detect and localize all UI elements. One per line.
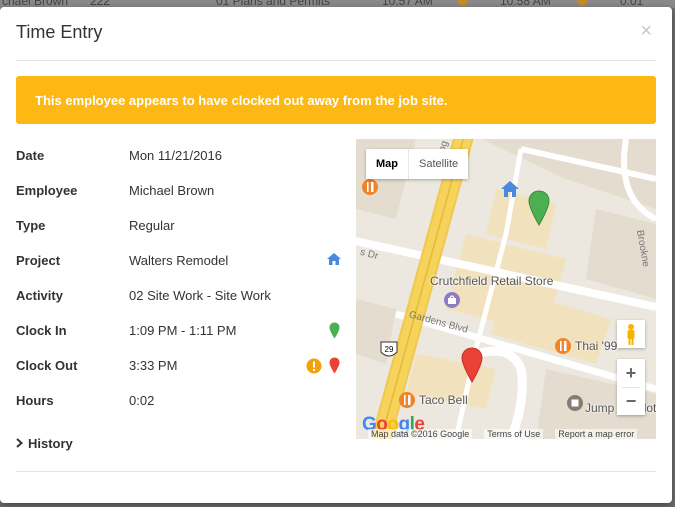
chevron-right-icon [16, 437, 24, 451]
type-value: Regular [129, 218, 175, 233]
report-map-error-link[interactable]: Report a map error [555, 429, 638, 439]
detail-row-date: Date Mon 11/21/2016 [16, 139, 348, 174]
hours-label: Hours [16, 393, 54, 408]
zoom-divider [622, 387, 640, 388]
zoom-in-button[interactable]: + [617, 359, 645, 387]
pegman-icon [627, 324, 635, 345]
clock-out-pin-icon[interactable] [461, 347, 483, 383]
time-entry-modal: Time Entry × This employee appears to ha… [0, 7, 672, 503]
footer-divider [16, 471, 656, 472]
hours-value: 0:02 [129, 393, 155, 408]
warning-icon[interactable] [306, 358, 322, 377]
route-29-shield: 29 [385, 345, 394, 354]
home-icon[interactable] [326, 252, 342, 269]
clock-out-label: Clock Out [16, 358, 78, 373]
history-toggle[interactable]: History [16, 436, 73, 451]
detail-row-hours: Hours 0:02 [16, 384, 348, 419]
zoom-control: + − [617, 359, 645, 415]
crutchfield-label: Crutchfield Retail Store [430, 274, 554, 288]
restaurant-poi-icon[interactable] [554, 337, 572, 355]
home-marker-icon[interactable] [500, 180, 520, 198]
green-map-pin-icon[interactable] [329, 322, 340, 342]
street-view-pegman-button[interactable] [617, 320, 645, 348]
restaurant-poi-icon[interactable] [361, 178, 379, 196]
map-data-credit: Map data ©2016 Google [368, 429, 473, 439]
clock-in-label: Clock In [16, 323, 67, 338]
detail-row-clock-out: Clock Out 3:33 PM [16, 349, 348, 384]
map-type-control: Map Satellite [366, 149, 469, 179]
date-value: Mon 11/21/2016 [129, 148, 222, 163]
location-map[interactable]: 29 Crutchfield Retail Store Thai '99 Tac… [356, 139, 656, 439]
modal-title: Time Entry [16, 22, 103, 42]
header-divider [16, 60, 656, 61]
clock-in-pin-icon[interactable] [528, 190, 550, 226]
clock-out-value: 3:33 PM [129, 358, 178, 373]
employee-value: Michael Brown [129, 183, 215, 198]
offsite-clockout-alert: This employee appears to have clocked ou… [16, 76, 656, 124]
activity-label: Activity [16, 288, 63, 303]
terms-of-use-link[interactable]: Terms of Use [484, 429, 544, 439]
activity-value: 02 Site Work - Site Work [129, 288, 271, 303]
type-label: Type [16, 218, 46, 233]
place-poi-icon[interactable] [566, 394, 584, 412]
clock-in-value: 1:09 PM - 1:11 PM [129, 323, 237, 338]
employee-label: Employee [16, 183, 78, 198]
history-label: History [28, 436, 73, 451]
detail-row-project: Project Walters Remodel [16, 244, 348, 279]
thai-label: Thai '99 [575, 339, 618, 353]
zoom-out-button[interactable]: − [617, 387, 645, 415]
restaurant-poi-icon[interactable] [398, 391, 416, 409]
detail-row-activity: Activity 02 Site Work - Site Work [16, 279, 348, 314]
map-attribution: Map data ©2016 Google Terms of Use Repor… [368, 429, 656, 439]
date-label: Date [16, 148, 45, 163]
taco-bell-label: Taco Bell [419, 393, 468, 407]
background-status-icon [577, 0, 587, 6]
detail-row-employee: Employee Michael Brown [16, 174, 348, 209]
close-button[interactable]: × [640, 21, 652, 41]
time-entry-details: Date Mon 11/21/2016 Employee Michael Bro… [16, 139, 348, 419]
map-type-satellite-button[interactable]: Satellite [409, 149, 468, 179]
project-label: Project [16, 253, 61, 268]
detail-row-type: Type Regular [16, 209, 348, 244]
red-map-pin-icon[interactable] [329, 357, 340, 377]
project-value: Walters Remodel [129, 253, 229, 268]
map-type-map-button[interactable]: Map [366, 149, 409, 179]
shopping-poi-icon[interactable] [443, 291, 461, 309]
detail-row-clock-in: Clock In 1:09 PM - 1:11 PM [16, 314, 348, 349]
background-status-icon [458, 0, 468, 6]
